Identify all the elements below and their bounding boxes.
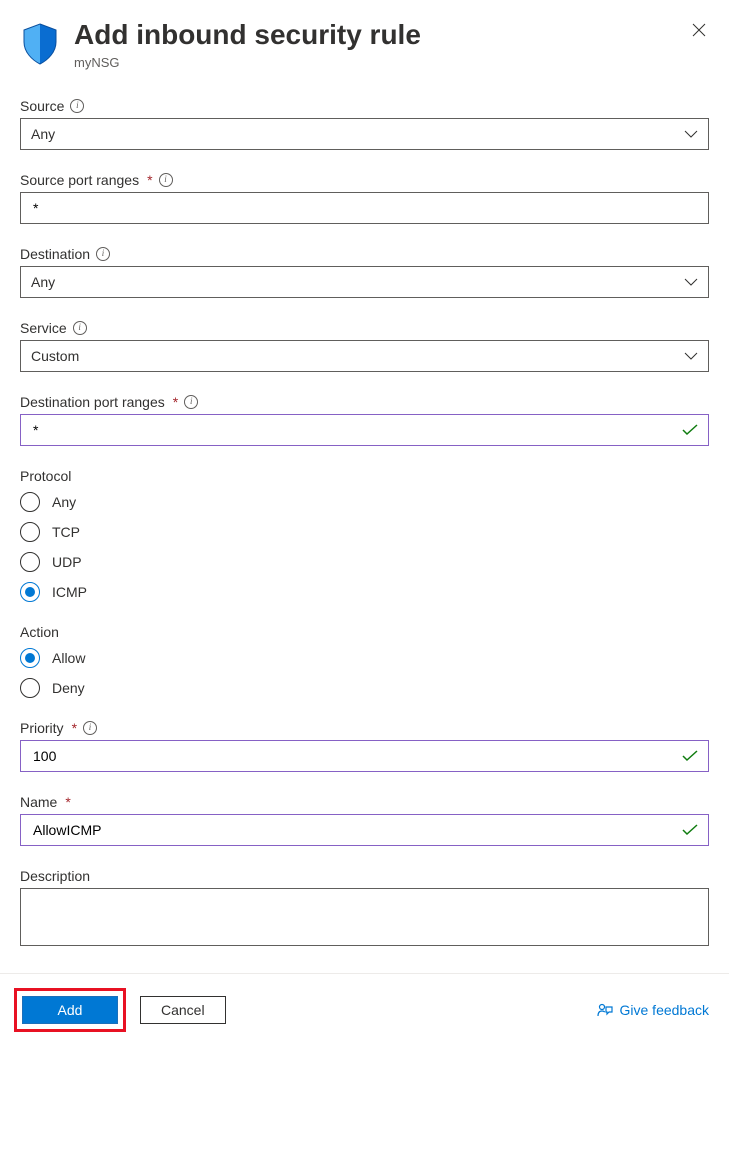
protocol-radio-udp[interactable]: UDP [20,552,709,572]
source-port-ranges-input[interactable] [31,193,698,223]
info-icon[interactable]: i [159,173,173,187]
name-label: Name [20,794,57,810]
name-input[interactable] [31,815,672,845]
protocol-label: Protocol [20,468,71,484]
cancel-button[interactable]: Cancel [140,996,226,1024]
action-radio-group: Allow Deny [20,648,709,698]
check-icon [682,424,698,436]
give-feedback-link[interactable]: Give feedback [596,1001,710,1019]
protocol-radio-group: Any TCP UDP ICMP [20,492,709,602]
check-icon [682,824,698,836]
required-marker: * [147,172,152,188]
description-textarea[interactable] [20,888,709,946]
source-port-ranges-label: Source port ranges [20,172,139,188]
add-button[interactable]: Add [22,996,118,1024]
info-icon[interactable]: i [70,99,84,113]
source-select[interactable]: Any [20,118,709,150]
info-icon[interactable]: i [184,395,198,409]
required-marker: * [173,394,178,410]
radio-icon [20,522,40,542]
action-label: Action [20,624,59,640]
page-subtitle: myNSG [74,55,709,70]
protocol-radio-icmp[interactable]: ICMP [20,582,709,602]
action-radio-allow[interactable]: Allow [20,648,709,668]
chevron-down-icon [684,352,698,360]
radio-icon [20,678,40,698]
shield-icon [20,22,60,66]
source-label: Source [20,98,64,114]
action-radio-deny[interactable]: Deny [20,678,709,698]
info-icon[interactable]: i [73,321,87,335]
close-icon [691,22,707,38]
service-select[interactable]: Custom [20,340,709,372]
radio-icon [20,648,40,668]
destination-label: Destination [20,246,90,262]
highlight-annotation: Add [14,988,126,1032]
page-title: Add inbound security rule [74,20,709,51]
destination-select[interactable]: Any [20,266,709,298]
radio-label: TCP [52,524,80,540]
radio-icon [20,582,40,602]
check-icon [682,750,698,762]
radio-label: Deny [52,680,85,696]
source-port-ranges-input-wrap [20,192,709,224]
radio-icon [20,552,40,572]
priority-label: Priority [20,720,64,736]
radio-label: Allow [52,650,85,666]
protocol-radio-tcp[interactable]: TCP [20,522,709,542]
service-value: Custom [31,348,79,364]
source-value: Any [31,126,55,142]
dest-port-ranges-input[interactable] [31,415,672,445]
info-icon[interactable]: i [83,721,97,735]
give-feedback-text: Give feedback [620,1002,710,1018]
chevron-down-icon [684,130,698,138]
radio-icon [20,492,40,512]
required-marker: * [72,720,77,736]
chevron-down-icon [684,278,698,286]
service-label: Service [20,320,67,336]
required-marker: * [65,794,70,810]
radio-label: UDP [52,554,82,570]
priority-input-wrap [20,740,709,772]
destination-value: Any [31,274,55,290]
feedback-icon [596,1001,614,1019]
dest-port-ranges-input-wrap [20,414,709,446]
protocol-radio-any[interactable]: Any [20,492,709,512]
description-label: Description [20,868,90,884]
priority-input[interactable] [31,741,672,771]
radio-label: Any [52,494,76,510]
dest-port-ranges-label: Destination port ranges [20,394,165,410]
radio-label: ICMP [52,584,87,600]
name-input-wrap [20,814,709,846]
info-icon[interactable]: i [96,247,110,261]
close-button[interactable] [689,20,709,40]
